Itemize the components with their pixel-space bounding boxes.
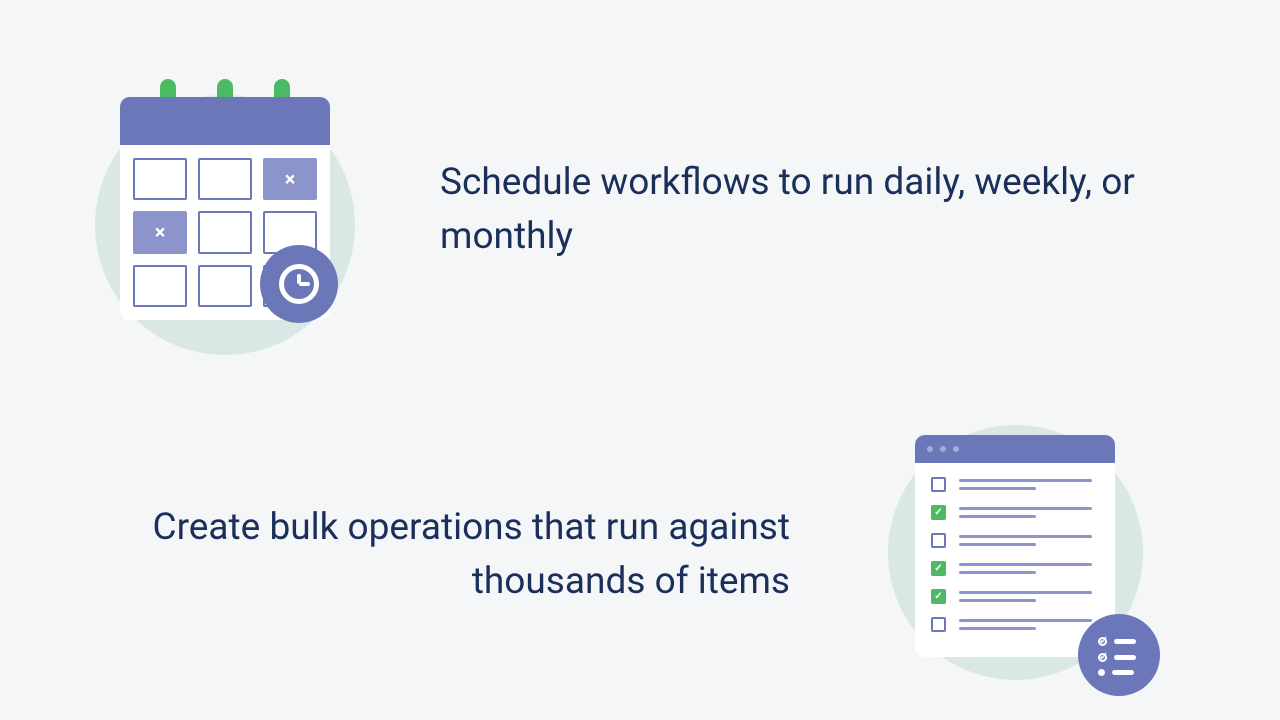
checkbox-unchecked [931, 477, 946, 492]
checkbox-unchecked [931, 533, 946, 548]
feature-bulk: Create bulk operations that run against … [90, 420, 1190, 690]
calendar-header [120, 97, 330, 145]
checklist-body: ✓ ✓ ✓ [915, 463, 1115, 646]
calendar-cell [198, 265, 252, 307]
list-item [931, 477, 1099, 492]
calendar-icon: × × [120, 85, 330, 315]
feature-schedule: × × Schedule workflows to run daily, wee… [90, 75, 1190, 345]
browser-titlebar [915, 435, 1115, 463]
feature-schedule-text: Schedule workflows to run daily, weekly,… [440, 156, 1140, 263]
checklist-illustration: ✓ ✓ ✓ [880, 420, 1150, 690]
list-item [931, 533, 1099, 548]
calendar-cell-marked: × [133, 211, 187, 253]
checkbox-checked: ✓ [931, 561, 946, 576]
checkbox-checked: ✓ [931, 505, 946, 520]
feature-bulk-text: Create bulk operations that run against … [90, 501, 790, 608]
calendar-cell [198, 158, 252, 200]
list-item: ✓ [931, 561, 1099, 576]
calendar-cell [133, 158, 187, 200]
calendar-cell [133, 265, 187, 307]
list-item [931, 617, 1099, 632]
calendar-cell [198, 211, 252, 253]
checkbox-checked: ✓ [931, 589, 946, 604]
list-item: ✓ [931, 505, 1099, 520]
tasks-icon [1078, 614, 1160, 696]
list-item: ✓ [931, 589, 1099, 604]
calendar-illustration: × × [90, 75, 360, 345]
calendar-cell-marked: × [263, 158, 317, 200]
browser-window-icon: ✓ ✓ ✓ [915, 435, 1115, 657]
clock-icon [260, 245, 338, 323]
checkbox-unchecked [931, 617, 946, 632]
